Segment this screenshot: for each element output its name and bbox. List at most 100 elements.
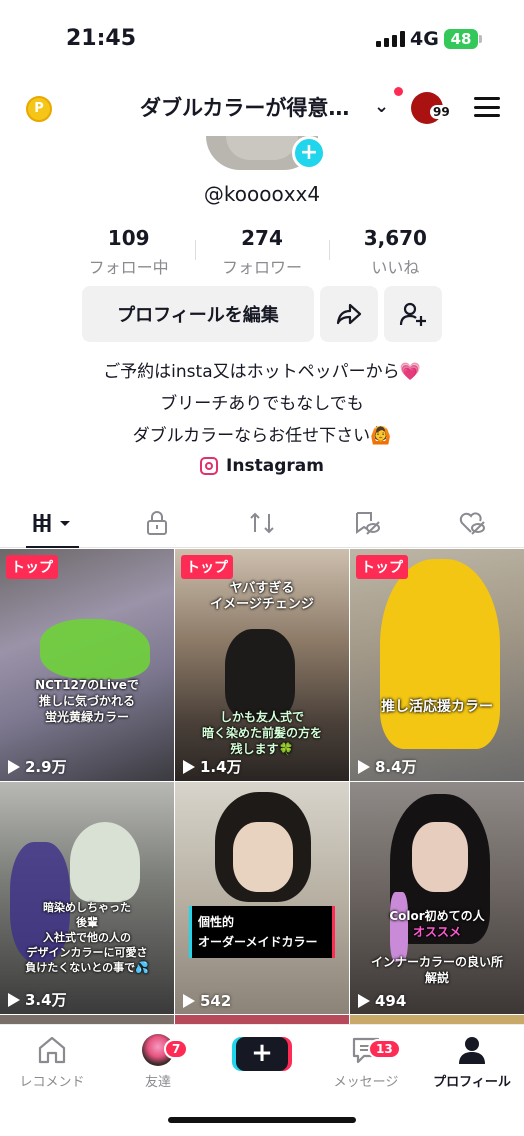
share-profile-button[interactable]	[320, 286, 378, 342]
thumbnail-art	[225, 629, 295, 719]
bio-line: ダブルカラーならお任せ下さい🙆	[132, 426, 392, 446]
coin-icon[interactable]: P	[26, 96, 52, 122]
thumbnail-art	[233, 822, 293, 892]
tab-favorites[interactable]	[314, 498, 419, 547]
view-count-value: 494	[375, 992, 407, 1010]
bio-line: ブリーチありでもなしでも	[160, 394, 364, 414]
tab-reposts[interactable]	[210, 498, 315, 547]
view-count: 3.4万	[8, 989, 67, 1010]
view-count-value: 542	[200, 992, 232, 1010]
video-caption: Color初めての人	[389, 909, 485, 923]
video-caption-secondary: インナーカラーの良い所 解説	[370, 955, 503, 985]
nav-label: レコメンド	[19, 1075, 85, 1090]
play-icon	[8, 759, 20, 774]
video-caption: 個性的 オーダーメイドカラー	[189, 906, 335, 958]
battery-icon: 48	[444, 29, 478, 49]
thumbnail-art	[412, 822, 468, 892]
thumbnail-art	[40, 619, 150, 679]
heart-hidden-icon	[459, 511, 485, 535]
create-button[interactable]: +	[236, 1037, 288, 1071]
avatar-badge: 99	[430, 105, 453, 119]
nav-label: メッセージ	[333, 1075, 399, 1090]
view-count: 1.4万	[183, 756, 242, 777]
instagram-icon	[200, 457, 219, 475]
thumbnail-art	[380, 559, 500, 749]
instagram-label: Instagram	[226, 456, 324, 476]
tab-videos[interactable]	[0, 498, 105, 548]
view-count-value: 1.4万	[200, 758, 242, 776]
play-icon	[8, 992, 20, 1007]
network-label: 4G	[410, 28, 439, 50]
nav-label: 友達	[144, 1075, 171, 1090]
video-caption: 推し活応援カラー	[381, 699, 493, 715]
bio-line: ご予約はinsta又はホットペッパーから💗	[103, 362, 421, 382]
profile-actions: プロフィールを編集	[82, 286, 442, 342]
notification-dot	[394, 87, 403, 96]
video-caption: ヤバすぎる イメージチェンジ	[210, 581, 314, 612]
add-friend-button[interactable]	[384, 286, 442, 342]
add-avatar-icon[interactable]: +	[292, 136, 326, 170]
stat-label: フォロー中	[88, 258, 169, 277]
stat-label: フォロワー	[221, 258, 302, 277]
nav-friends[interactable]: 友達 7	[110, 1034, 206, 1090]
stat-followers[interactable]: 274 フォロワー	[195, 226, 328, 278]
top-badge: トップ	[356, 555, 408, 579]
top-badge: トップ	[181, 555, 233, 579]
lock-icon	[147, 510, 168, 535]
thumbnail-art	[70, 822, 140, 902]
status-time: 21:45	[66, 26, 137, 51]
friends-badge: 7	[164, 1039, 189, 1059]
play-icon	[183, 994, 195, 1008]
inbox-badge: 13	[368, 1039, 401, 1059]
view-count: 8.4万	[358, 756, 417, 777]
profile-header: P ダブルカラーが得意… ⌄ 99	[0, 80, 524, 136]
repost-icon	[250, 512, 274, 533]
video-thumbnail[interactable]: トップ ヤバすぎる イメージチェンジ しかも友人式で 暗く染めた前髪の方を 残し…	[175, 549, 349, 781]
stat-likes[interactable]: 3,670 いいね	[328, 226, 462, 278]
tab-private[interactable]	[105, 498, 210, 547]
signal-icon	[376, 31, 405, 47]
stat-value: 109	[107, 226, 150, 250]
profile-stats: 109 フォロー中 274 フォロワー 3,670 いいね	[62, 226, 462, 278]
bio: ご予約はinsta又はホットペッパーから💗 ブリーチありでもなしでも ダブルカラ…	[0, 356, 524, 452]
top-badge: トップ	[6, 555, 58, 579]
tab-liked[interactable]	[419, 498, 524, 547]
view-count: 542	[183, 992, 231, 1010]
view-count-value: 2.9万	[25, 758, 67, 776]
video-caption-secondary: しかも友人式で 暗く染めた前髪の方を 残します🍀	[201, 710, 322, 756]
stat-value: 3,670	[363, 226, 427, 250]
video-thumbnail[interactable]: トップ NCT127のLiveで 推しに気づかれる 蛍光黄緑カラー 2.9万	[0, 549, 174, 781]
view-count-value: 3.4万	[25, 991, 67, 1009]
bookmark-hidden-icon	[355, 511, 380, 535]
nav-label: プロフィール	[433, 1075, 511, 1090]
edit-profile-button[interactable]: プロフィールを編集	[82, 286, 314, 342]
video-thumbnail[interactable]: 暗染めしちゃった 後輩 入社式で他の人の デザインカラーに可愛さ 負けたくないと…	[0, 782, 174, 1014]
play-icon	[358, 994, 370, 1008]
menu-icon[interactable]	[474, 97, 500, 117]
video-caption: 暗染めしちゃった 後輩 入社式で他の人の デザインカラーに可愛さ 負けたくないと…	[25, 901, 149, 974]
stat-following[interactable]: 109 フォロー中	[62, 226, 195, 278]
content-tabs	[0, 498, 524, 548]
nav-home[interactable]: レコメンド	[4, 1035, 100, 1090]
video-grid: トップ NCT127のLiveで 推しに気づかれる 蛍光黄緑カラー 2.9万 ト…	[0, 549, 524, 1014]
play-icon	[183, 759, 195, 774]
chevron-down-icon[interactable]: ⌄	[374, 96, 389, 117]
nav-inbox[interactable]: メッセージ 13	[318, 1035, 414, 1090]
view-count: 494	[358, 992, 406, 1010]
video-thumbnail[interactable]: 個性的 オーダーメイドカラー 542	[175, 782, 349, 1014]
share-icon	[336, 303, 362, 325]
video-caption: NCT127のLiveで 推しに気づかれる 蛍光黄緑カラー	[35, 678, 139, 724]
stat-value: 274	[241, 226, 283, 250]
instagram-link[interactable]: Instagram	[0, 456, 524, 476]
video-thumbnail[interactable]: トップ 推し活応援カラー 8.4万	[350, 549, 524, 781]
grid-icon	[33, 513, 71, 532]
nav-profile[interactable]: プロフィール	[424, 1035, 520, 1090]
video-thumbnail[interactable]: Color初めての人 オススメ インナーカラーの良い所 解説 494	[350, 782, 524, 1014]
home-indicator	[168, 1117, 356, 1123]
status-bar: 21:45 4G 48	[0, 0, 524, 80]
stat-label: いいね	[371, 258, 420, 277]
home-icon	[38, 1036, 66, 1064]
add-user-icon	[399, 302, 426, 326]
profile-icon	[459, 1037, 485, 1064]
account-switcher-title[interactable]: ダブルカラーが得意…	[140, 92, 349, 122]
